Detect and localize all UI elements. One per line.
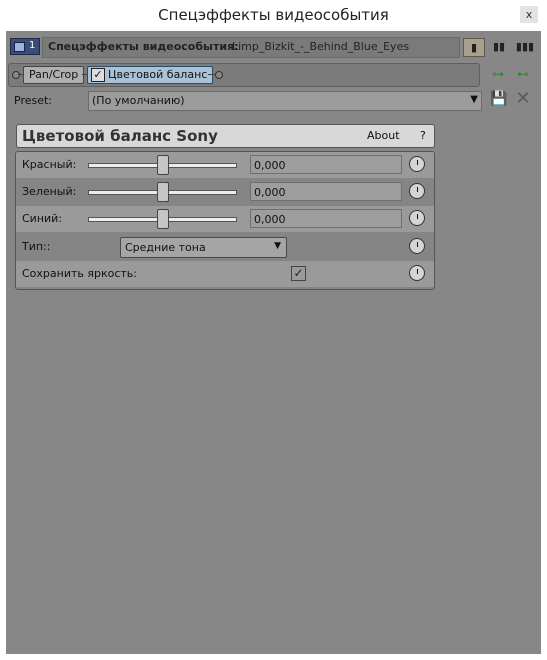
blue-slider-thumb[interactable] <box>156 209 169 229</box>
track-badge[interactable]: 1 <box>10 38 40 55</box>
clock-icon[interactable] <box>409 156 425 172</box>
chevron-down-icon: ▼ <box>274 241 281 251</box>
event-name: Limp_Bizkit_-_Behind_Blue_Eyes <box>232 40 410 53</box>
plugin-color-balance-label: Цветовой баланс <box>108 68 208 81</box>
plugin-title: Цветовой баланс Sony <box>22 127 218 145</box>
param-row-red: Красный: 0,000 <box>16 152 434 178</box>
type-select[interactable]: Средние тона ▼ <box>120 237 287 258</box>
clock-icon[interactable] <box>409 265 425 281</box>
red-label: Красный: <box>22 158 77 171</box>
chain-end-node <box>215 71 223 79</box>
green-value-field[interactable]: 0,000 <box>250 182 402 201</box>
view-single-icon[interactable]: ▮ <box>463 38 485 57</box>
help-button[interactable]: ? <box>420 129 426 142</box>
chain-start-node <box>12 71 20 79</box>
plugin-enabled-checkbox[interactable]: ✓ <box>91 68 105 82</box>
clock-icon[interactable] <box>409 183 425 199</box>
track-icon <box>14 42 25 52</box>
header-label: Спецэффекты видеособытия: <box>48 40 239 53</box>
close-button[interactable]: x <box>520 6 538 23</box>
clock-icon[interactable] <box>409 210 425 226</box>
plugin-chain-icon[interactable]: ⊶ <box>489 65 507 83</box>
plugin-title-bar: Цветовой баланс Sony About ? <box>16 124 435 148</box>
view-double-icon[interactable]: ▮▮ <box>489 38 509 55</box>
plugin-pan-crop[interactable]: Pan/Crop <box>23 66 85 84</box>
params-panel: Красный: 0,000 Зеленый: 0,000 Синий: 0,0… <box>15 151 435 290</box>
param-row-keep-brightness: Сохранить яркость: ✓ <box>16 261 434 287</box>
header-row: 1 Спецэффекты видеособытия: Limp_Bizkit_… <box>8 35 539 58</box>
param-row-type: Тип:: Средние тона ▼ <box>16 234 434 260</box>
preset-label: Preset: <box>14 94 53 107</box>
param-row-blue: Синий: 0,000 <box>16 206 434 232</box>
blue-value-field[interactable]: 0,000 <box>250 209 402 228</box>
chevron-down-icon: ▼ <box>470 94 478 105</box>
view-triple-icon[interactable]: ▮▮▮ <box>515 38 535 55</box>
clock-icon[interactable] <box>409 238 425 254</box>
green-slider-thumb[interactable] <box>156 182 169 202</box>
red-value-field[interactable]: 0,000 <box>250 155 402 174</box>
preset-select[interactable]: (По умолчанию) ▼ <box>88 91 482 111</box>
type-value: Средние тона <box>125 241 206 254</box>
close-icon[interactable]: ✕ <box>514 90 532 108</box>
type-label: Тип:: <box>22 240 51 253</box>
plugin-chain: Pan/Crop ✓ Цветовой баланс <box>8 63 480 87</box>
red-slider-thumb[interactable] <box>156 155 169 175</box>
param-row-green: Зеленый: 0,000 <box>16 179 434 205</box>
blue-label: Синий: <box>22 212 63 225</box>
title-bar: Спецэффекты видеособытия x <box>0 0 547 30</box>
window-title: Спецэффекты видеособытия <box>158 6 389 24</box>
preset-value: (По умолчанию) <box>92 94 185 107</box>
track-number: 1 <box>29 40 36 51</box>
floppy-disk-icon[interactable]: 💾 <box>490 91 507 107</box>
keep-brightness-checkbox[interactable]: ✓ <box>291 266 306 281</box>
video-event-fx-window: Спецэффекты видеособытия x 1 Спецэффекты… <box>0 0 547 660</box>
green-label: Зеленый: <box>22 185 77 198</box>
remove-plugin-icon[interactable]: ⊷ <box>514 65 532 83</box>
plugin-color-balance[interactable]: ✓ Цветовой баланс <box>87 66 214 84</box>
keep-brightness-label: Сохранить яркость: <box>22 267 137 280</box>
fx-content: 1 Спецэффекты видеособытия: Limp_Bizkit_… <box>6 31 541 654</box>
about-button[interactable]: About <box>367 129 400 142</box>
